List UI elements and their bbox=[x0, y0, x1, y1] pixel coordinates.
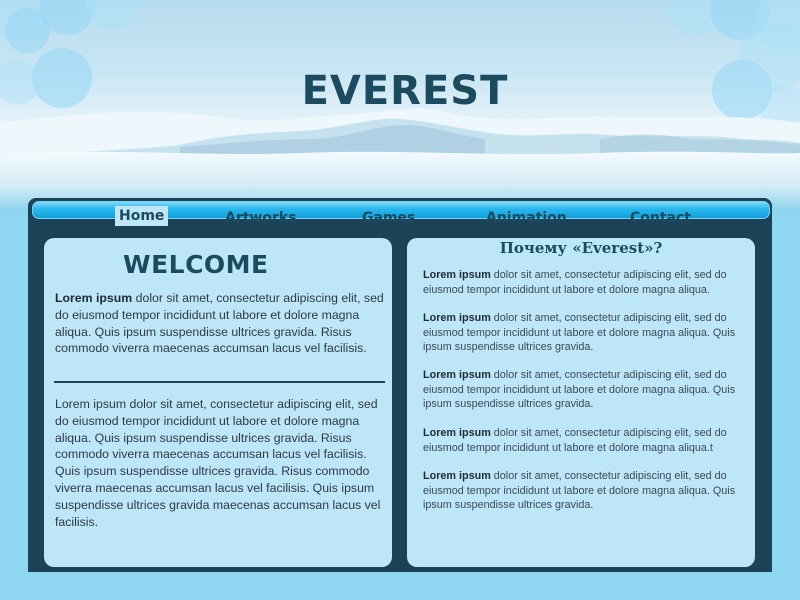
welcome-heading: WELCOME bbox=[123, 250, 269, 279]
why-paragraph: Lorem ipsum dolor sit amet, consectetur … bbox=[423, 311, 749, 355]
welcome-intro: Lorem ipsum dolor sit amet, consectetur … bbox=[55, 290, 385, 357]
nav-item-animation[interactable]: Animation bbox=[486, 208, 567, 228]
why-paragraph-bold: Lorem ipsum bbox=[423, 269, 491, 281]
why-paragraph: Lorem ipsum dolor sit amet, consectetur … bbox=[423, 368, 749, 412]
nav-item-contact[interactable]: Contact bbox=[630, 208, 691, 228]
site-title: EVEREST bbox=[301, 68, 509, 114]
nav-item-games[interactable]: Games bbox=[362, 208, 415, 228]
why-paragraph: Lorem ipsum dolor sit amet, consectetur … bbox=[423, 469, 749, 513]
nav-item-home[interactable]: Home bbox=[115, 206, 169, 226]
welcome-divider bbox=[54, 381, 385, 383]
nav-item-artworks[interactable]: Artworks bbox=[225, 208, 297, 228]
why-paragraph: Lorem ipsum dolor sit amet, consectetur … bbox=[423, 426, 749, 455]
welcome-intro-bold: Lorem ipsum bbox=[55, 291, 133, 305]
why-paragraph-bold: Lorem ipsum bbox=[423, 312, 491, 324]
header-banner: EVEREST bbox=[0, 0, 800, 210]
why-paragraph-bold: Lorem ipsum bbox=[423, 369, 491, 381]
why-heading: Почему «Everest»? bbox=[499, 239, 663, 257]
why-paragraph-bold: Lorem ipsum bbox=[423, 470, 491, 482]
why-paragraph: Lorem ipsum dolor sit amet, consectetur … bbox=[423, 268, 749, 297]
welcome-body: Lorem ipsum dolor sit amet, consectetur … bbox=[55, 397, 381, 529]
why-paragraph-bold: Lorem ipsum bbox=[423, 427, 491, 439]
